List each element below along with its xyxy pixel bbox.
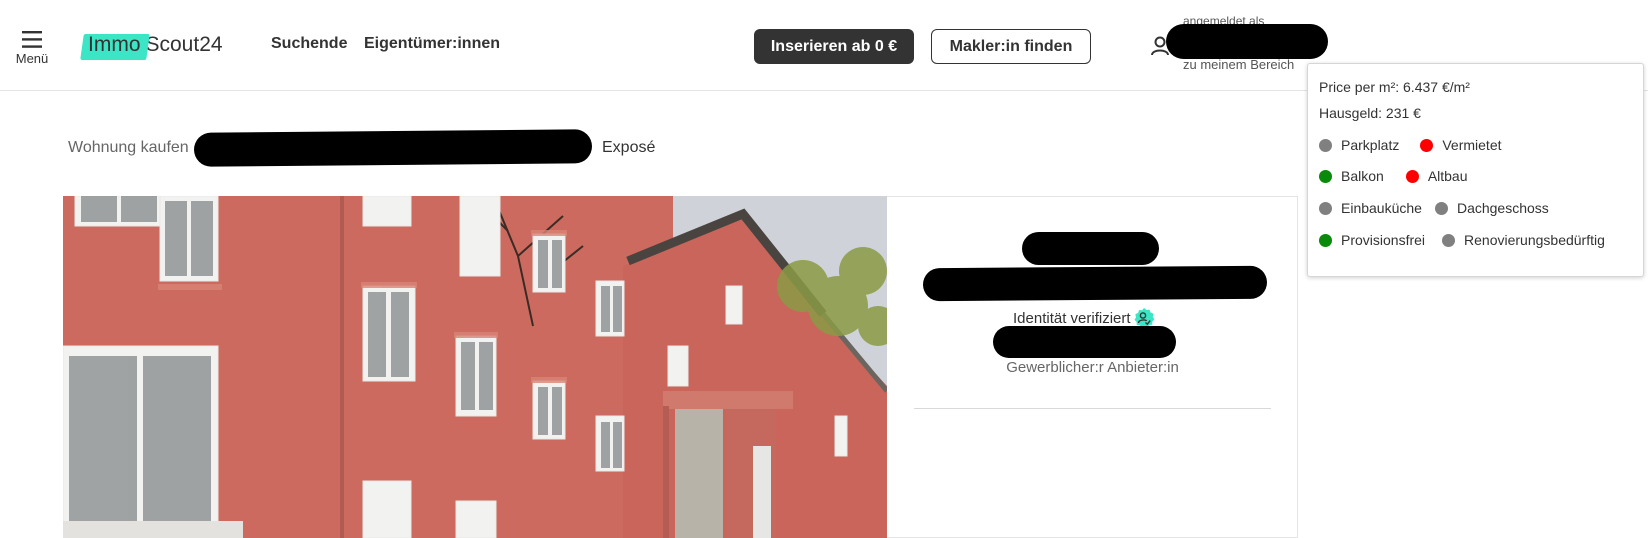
status-dot-green-icon: [1319, 233, 1332, 247]
feature-label: Einbauküche: [1341, 200, 1422, 216]
card-divider: [914, 408, 1271, 409]
feature-vermietet: Vermietet: [1420, 137, 1502, 153]
feature-einbaukueche: Einbauküche: [1319, 200, 1422, 216]
status-dot-grey-icon: [1442, 233, 1456, 247]
nav-eigentuemer[interactable]: Eigentümer:innen: [364, 35, 500, 53]
logo-scout: Scout24: [145, 33, 223, 56]
feature-altbau: Altbau: [1405, 168, 1468, 184]
feature-balkon: Balkon: [1319, 168, 1384, 184]
feature-label: Dachgeschoss: [1456, 200, 1549, 216]
redacted-username: [1166, 24, 1328, 59]
logo-immo: Immo: [85, 32, 144, 59]
feature-dachgeschoss: Dachgeschoss: [1434, 200, 1549, 216]
redacted-breadcrumb: [193, 129, 593, 167]
redacted-company-name: [922, 265, 1268, 302]
provider-type: Gewerblicher:r Anbieter:in: [1006, 359, 1179, 376]
feature-parkplatz: Parkplatz: [1319, 137, 1399, 153]
makler-finden-button[interactable]: Makler:in finden: [931, 29, 1091, 64]
feature-provisionsfrei: Provisionsfrei: [1319, 232, 1425, 248]
feature-row: Balkon Altbau: [1319, 168, 1468, 184]
breadcrumb: Wohnung kaufen Exposé: [68, 139, 655, 157]
redacted-agent-detail: [993, 326, 1176, 358]
feature-renovierungsbeduerftig: Renovierungsbedürftig: [1442, 232, 1605, 248]
price-per-sqm: Price per m²: 6.437 €/m²: [1319, 79, 1470, 95]
feature-label: Provisionsfrei: [1341, 232, 1426, 248]
status-dot-green-icon: [1319, 169, 1332, 183]
status-dot-grey-icon: [1434, 201, 1448, 215]
feature-label: Renovierungsbedürftig: [1464, 232, 1605, 248]
breadcrumb-expose: Exposé: [602, 139, 656, 156]
listing-info-tooltip: Price per m²: 6.437 €/m² Hausgeld: 231 €…: [1307, 63, 1644, 277]
menu-label: Menü: [15, 51, 49, 66]
status-dot-red-icon: [1420, 138, 1434, 152]
feature-label: Vermietet: [1442, 137, 1502, 153]
hamburger-icon: [22, 31, 42, 48]
status-dot-red-icon: [1405, 169, 1419, 183]
feature-row: Provisionsfrei Renovierungsbedürftig: [1319, 232, 1605, 248]
status-dot-grey-icon: [1319, 201, 1332, 215]
listing-photo[interactable]: [63, 196, 887, 538]
redacted-agent-name: [1022, 232, 1159, 265]
status-dot-grey-icon: [1319, 138, 1332, 152]
immoscout-logo[interactable]: Immo Scout24: [85, 29, 223, 61]
contact-card: Identität verifiziert Gewerblicher:r Anb…: [887, 196, 1298, 538]
verified-label: Identität verifiziert: [1013, 309, 1131, 327]
breadcrumb-wohnung-kaufen[interactable]: Wohnung kaufen: [68, 139, 189, 157]
my-area-link[interactable]: zu meinem Bereich: [1183, 57, 1294, 72]
menu-button[interactable]: Menü: [13, 31, 51, 66]
hausgeld: Hausgeld: 231 €: [1319, 105, 1421, 121]
inserieren-button[interactable]: Inserieren ab 0 €: [754, 29, 914, 64]
feature-row: Einbauküche Dachgeschoss: [1319, 200, 1549, 216]
feature-label: Parkplatz: [1341, 137, 1400, 153]
feature-label: Balkon: [1341, 168, 1384, 184]
feature-label: Altbau: [1427, 168, 1468, 184]
nav-suchende[interactable]: Suchende: [271, 35, 347, 53]
feature-row: Parkplatz Vermietet: [1319, 137, 1502, 153]
